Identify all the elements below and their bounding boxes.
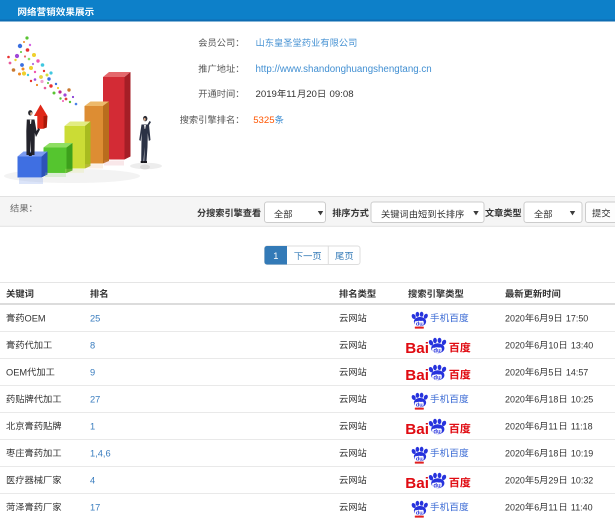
svg-text:18: 18 xyxy=(548,448,558,458)
svg-text:2020: 2020 xyxy=(505,367,525,377)
svg-text:8: 8 xyxy=(90,340,95,350)
svg-text:11: 11 xyxy=(548,421,557,431)
svg-text:10:19: 10:19 xyxy=(571,448,593,458)
svg-text:27: 27 xyxy=(90,394,100,404)
svg-text:2019: 2019 xyxy=(256,89,277,100)
svg-text:2020: 2020 xyxy=(505,421,525,431)
svg-text:10:25: 10:25 xyxy=(571,394,593,404)
svg-text:14:57: 14:57 xyxy=(566,367,588,377)
svg-text:5325: 5325 xyxy=(253,115,274,126)
svg-text:6: 6 xyxy=(534,421,539,431)
svg-text:2020: 2020 xyxy=(505,502,525,512)
svg-text:10:32: 10:32 xyxy=(571,475,593,485)
svg-text:2020: 2020 xyxy=(505,340,525,350)
svg-text:20: 20 xyxy=(306,89,317,100)
svg-text:Bai: Bai xyxy=(405,367,429,384)
svg-text:29: 29 xyxy=(548,475,558,485)
svg-text:9: 9 xyxy=(548,313,553,323)
svg-text:1,4,6: 1,4,6 xyxy=(90,448,111,458)
svg-text:1: 1 xyxy=(273,251,278,261)
svg-text:2020: 2020 xyxy=(505,394,525,404)
svg-text:6: 6 xyxy=(534,394,539,404)
svg-text:11:18: 11:18 xyxy=(571,421,593,431)
svg-text:Bai: Bai xyxy=(405,421,429,438)
svg-text:OEM: OEM xyxy=(6,367,27,377)
svg-text:4: 4 xyxy=(90,475,95,485)
svg-text:http://www.shandonghuangshengt: http://www.shandonghuangshengtang.cn xyxy=(256,64,432,75)
svg-text:18: 18 xyxy=(548,394,558,404)
svg-text:2020: 2020 xyxy=(505,313,525,323)
svg-text:5: 5 xyxy=(548,367,553,377)
svg-text:11:40: 11:40 xyxy=(571,502,593,512)
svg-text:2020: 2020 xyxy=(505,475,525,485)
svg-text:du: du xyxy=(433,484,441,490)
svg-text:11: 11 xyxy=(548,502,557,512)
svg-text:du: du xyxy=(433,376,441,382)
svg-text:OEM: OEM xyxy=(25,313,46,323)
svg-text:du: du xyxy=(433,430,441,436)
svg-text:10: 10 xyxy=(548,340,558,350)
svg-text:11: 11 xyxy=(286,89,296,100)
svg-text:1: 1 xyxy=(90,421,95,431)
svg-text:17:50: 17:50 xyxy=(566,313,588,323)
svg-text:Bai: Bai xyxy=(405,340,429,357)
svg-text:5: 5 xyxy=(534,475,539,485)
svg-text:Bai: Bai xyxy=(405,475,429,492)
svg-text:6: 6 xyxy=(534,448,539,458)
svg-text:6: 6 xyxy=(534,502,539,512)
svg-text:6: 6 xyxy=(534,340,539,350)
svg-text:2020: 2020 xyxy=(505,448,525,458)
svg-text:13:40: 13:40 xyxy=(571,340,593,350)
svg-text:6: 6 xyxy=(534,367,539,377)
svg-text:du: du xyxy=(433,349,441,355)
svg-text:09:08: 09:08 xyxy=(330,89,354,100)
svg-text:9: 9 xyxy=(90,367,95,377)
svg-text:25: 25 xyxy=(90,313,100,323)
svg-text:17: 17 xyxy=(90,502,100,512)
svg-text:6: 6 xyxy=(534,313,539,323)
